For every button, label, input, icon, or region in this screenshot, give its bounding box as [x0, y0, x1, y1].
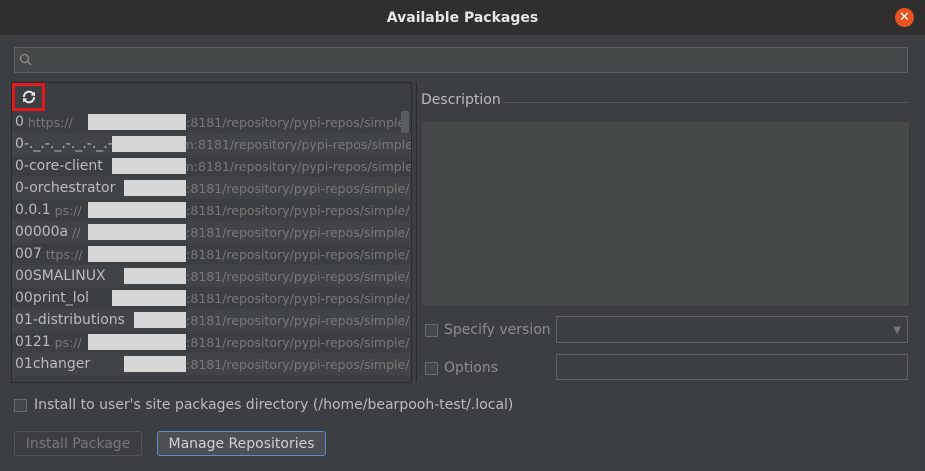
package-row[interactable]: 0-._.-._.-._.-._.-._.-0 om:8181/repositor…	[12, 133, 411, 155]
package-row[interactable]: 00print_lol m:8181/repository/pypi-repos/…	[12, 287, 411, 309]
redaction-block	[112, 290, 186, 306]
search-field[interactable]	[14, 47, 908, 73]
package-repo-url-tail: m:8181/repository/pypi-repos/simple/	[174, 224, 410, 240]
package-repo-url-tail: m:8181/repository/pypi-repos/simple/	[174, 180, 410, 196]
close-icon[interactable]: ✕	[895, 8, 914, 27]
package-repo-url-tail: m:8181/repository/pypi-repos/simple/	[174, 114, 410, 130]
package-row[interactable]: 0 https:// m:8181/repository/pypi-repos/si…	[12, 111, 411, 133]
package-repo-url-tail: om:8181/repository/pypi-repos/simple/	[174, 158, 411, 174]
package-name: 00SMALINUX	[15, 268, 106, 284]
package-row[interactable]: 0-orchestrator m:8181/repository/pypi-rep…	[12, 177, 411, 199]
package-repo-url: https://	[27, 114, 73, 130]
package-name: 0.0.1	[15, 202, 51, 218]
package-repo-url-tail: m:8181/repository/pypi-repos/simple/	[174, 202, 410, 218]
package-repo-url: ps://	[54, 334, 82, 350]
package-repo-url: //	[72, 224, 81, 240]
package-repo-url-tail: m:8181/repository/pypi-repos/simple/	[174, 268, 410, 284]
redaction-block	[88, 334, 186, 350]
package-list-panel: 0 https:// m:8181/repository/pypi-repos/si…	[11, 82, 412, 383]
site-packages-checkbox[interactable]	[14, 398, 27, 412]
package-row[interactable]: 0-core-client om:8181/repository/pypi-rep…	[12, 155, 411, 177]
list-toolbar	[12, 83, 411, 111]
options-label: Options	[444, 360, 499, 376]
redaction-block	[88, 114, 186, 130]
package-name: 0-core-client	[15, 158, 103, 174]
options-row[interactable]: Options	[425, 360, 498, 376]
redaction-block	[124, 356, 186, 372]
description-label: Description	[421, 92, 501, 108]
search-icon	[19, 53, 32, 66]
redaction-block	[112, 136, 186, 152]
package-repo-url: ps://	[54, 202, 82, 218]
options-checkbox[interactable]	[425, 361, 438, 375]
package-list[interactable]: 0 https:// m:8181/repository/pypi-repos/si…	[12, 111, 411, 382]
package-repo-url: ttps://	[45, 246, 83, 262]
package-row[interactable]: 00000a// m:8181/repository/pypi-repos/sim…	[12, 221, 411, 243]
package-row[interactable]: 0121 ps:// m:8181/repository/pypi-repos/si…	[12, 331, 411, 353]
package-repo-url-tail: m:8181/repository/pypi-repos/simple/	[174, 334, 410, 350]
redaction-block	[134, 312, 186, 328]
package-name: 007	[15, 246, 42, 262]
package-row[interactable]: 01changer m:8181/repository/pypi-repos/si…	[12, 353, 411, 375]
package-repo-url-tail: m:8181/repository/pypi-repos/simple/	[174, 290, 410, 306]
package-row[interactable]: 007 ttps:// m:8181/repository/pypi-repos/s…	[12, 243, 411, 265]
redaction-block	[88, 202, 186, 218]
reload-button[interactable]	[12, 83, 45, 111]
package-name: 0	[15, 114, 24, 130]
package-name: 00print_lol	[15, 290, 90, 306]
install-package-button[interactable]: Install Package	[14, 431, 142, 456]
site-packages-row[interactable]: Install to user's site packages director…	[14, 397, 513, 413]
package-name: 0-orchestrator	[15, 180, 116, 196]
site-packages-label: Install to user's site packages director…	[34, 397, 514, 413]
description-area	[421, 121, 910, 307]
window-title: Available Packages	[386, 9, 539, 26]
package-row[interactable]: 01-distributions m:8181/repository/pypi-r…	[12, 309, 411, 331]
reload-icon	[22, 90, 35, 104]
description-separator	[504, 102, 908, 103]
package-name: 00000a	[15, 224, 69, 240]
package-repo-url-tail: m:8181/repository/pypi-repos/simple/	[174, 356, 410, 372]
redaction-block	[112, 158, 186, 174]
package-name: 01-distributions	[15, 312, 125, 328]
chevron-down-icon: ▼	[893, 325, 901, 336]
package-repo-url-tail: om:8181/repository/pypi-repos/simple/	[174, 136, 411, 152]
redaction-block	[124, 268, 186, 284]
specify-version-row[interactable]: Specify version	[425, 322, 551, 338]
specify-version-label: Specify version	[444, 322, 551, 338]
package-repo-url-tail: m:8181/repository/pypi-repos/simple/	[174, 312, 410, 328]
package-row[interactable]: 0.0.1 ps:// m:8181/repository/pypi-repos/s…	[12, 199, 411, 221]
title-bar: Available Packages ✕	[0, 0, 925, 35]
redaction-block	[88, 246, 186, 262]
manage-repositories-button[interactable]: Manage Repositories	[157, 431, 326, 456]
list-scrollbar[interactable]	[401, 111, 409, 133]
version-select[interactable]: ▼	[556, 316, 908, 343]
redaction-block	[88, 224, 186, 240]
search-input[interactable]	[33, 49, 907, 71]
package-repo-url-tail: m:8181/repository/pypi-repos/simple/	[174, 246, 410, 262]
package-name: 01changer	[15, 356, 91, 372]
options-input[interactable]	[556, 354, 908, 380]
redaction-block	[124, 180, 186, 196]
package-row[interactable]: 00SMALINUX m:8181/repository/pypi-repos/s…	[12, 265, 411, 287]
panel-divider[interactable]	[416, 82, 417, 382]
specify-version-checkbox[interactable]	[425, 323, 438, 337]
package-name: 0121	[15, 334, 51, 350]
